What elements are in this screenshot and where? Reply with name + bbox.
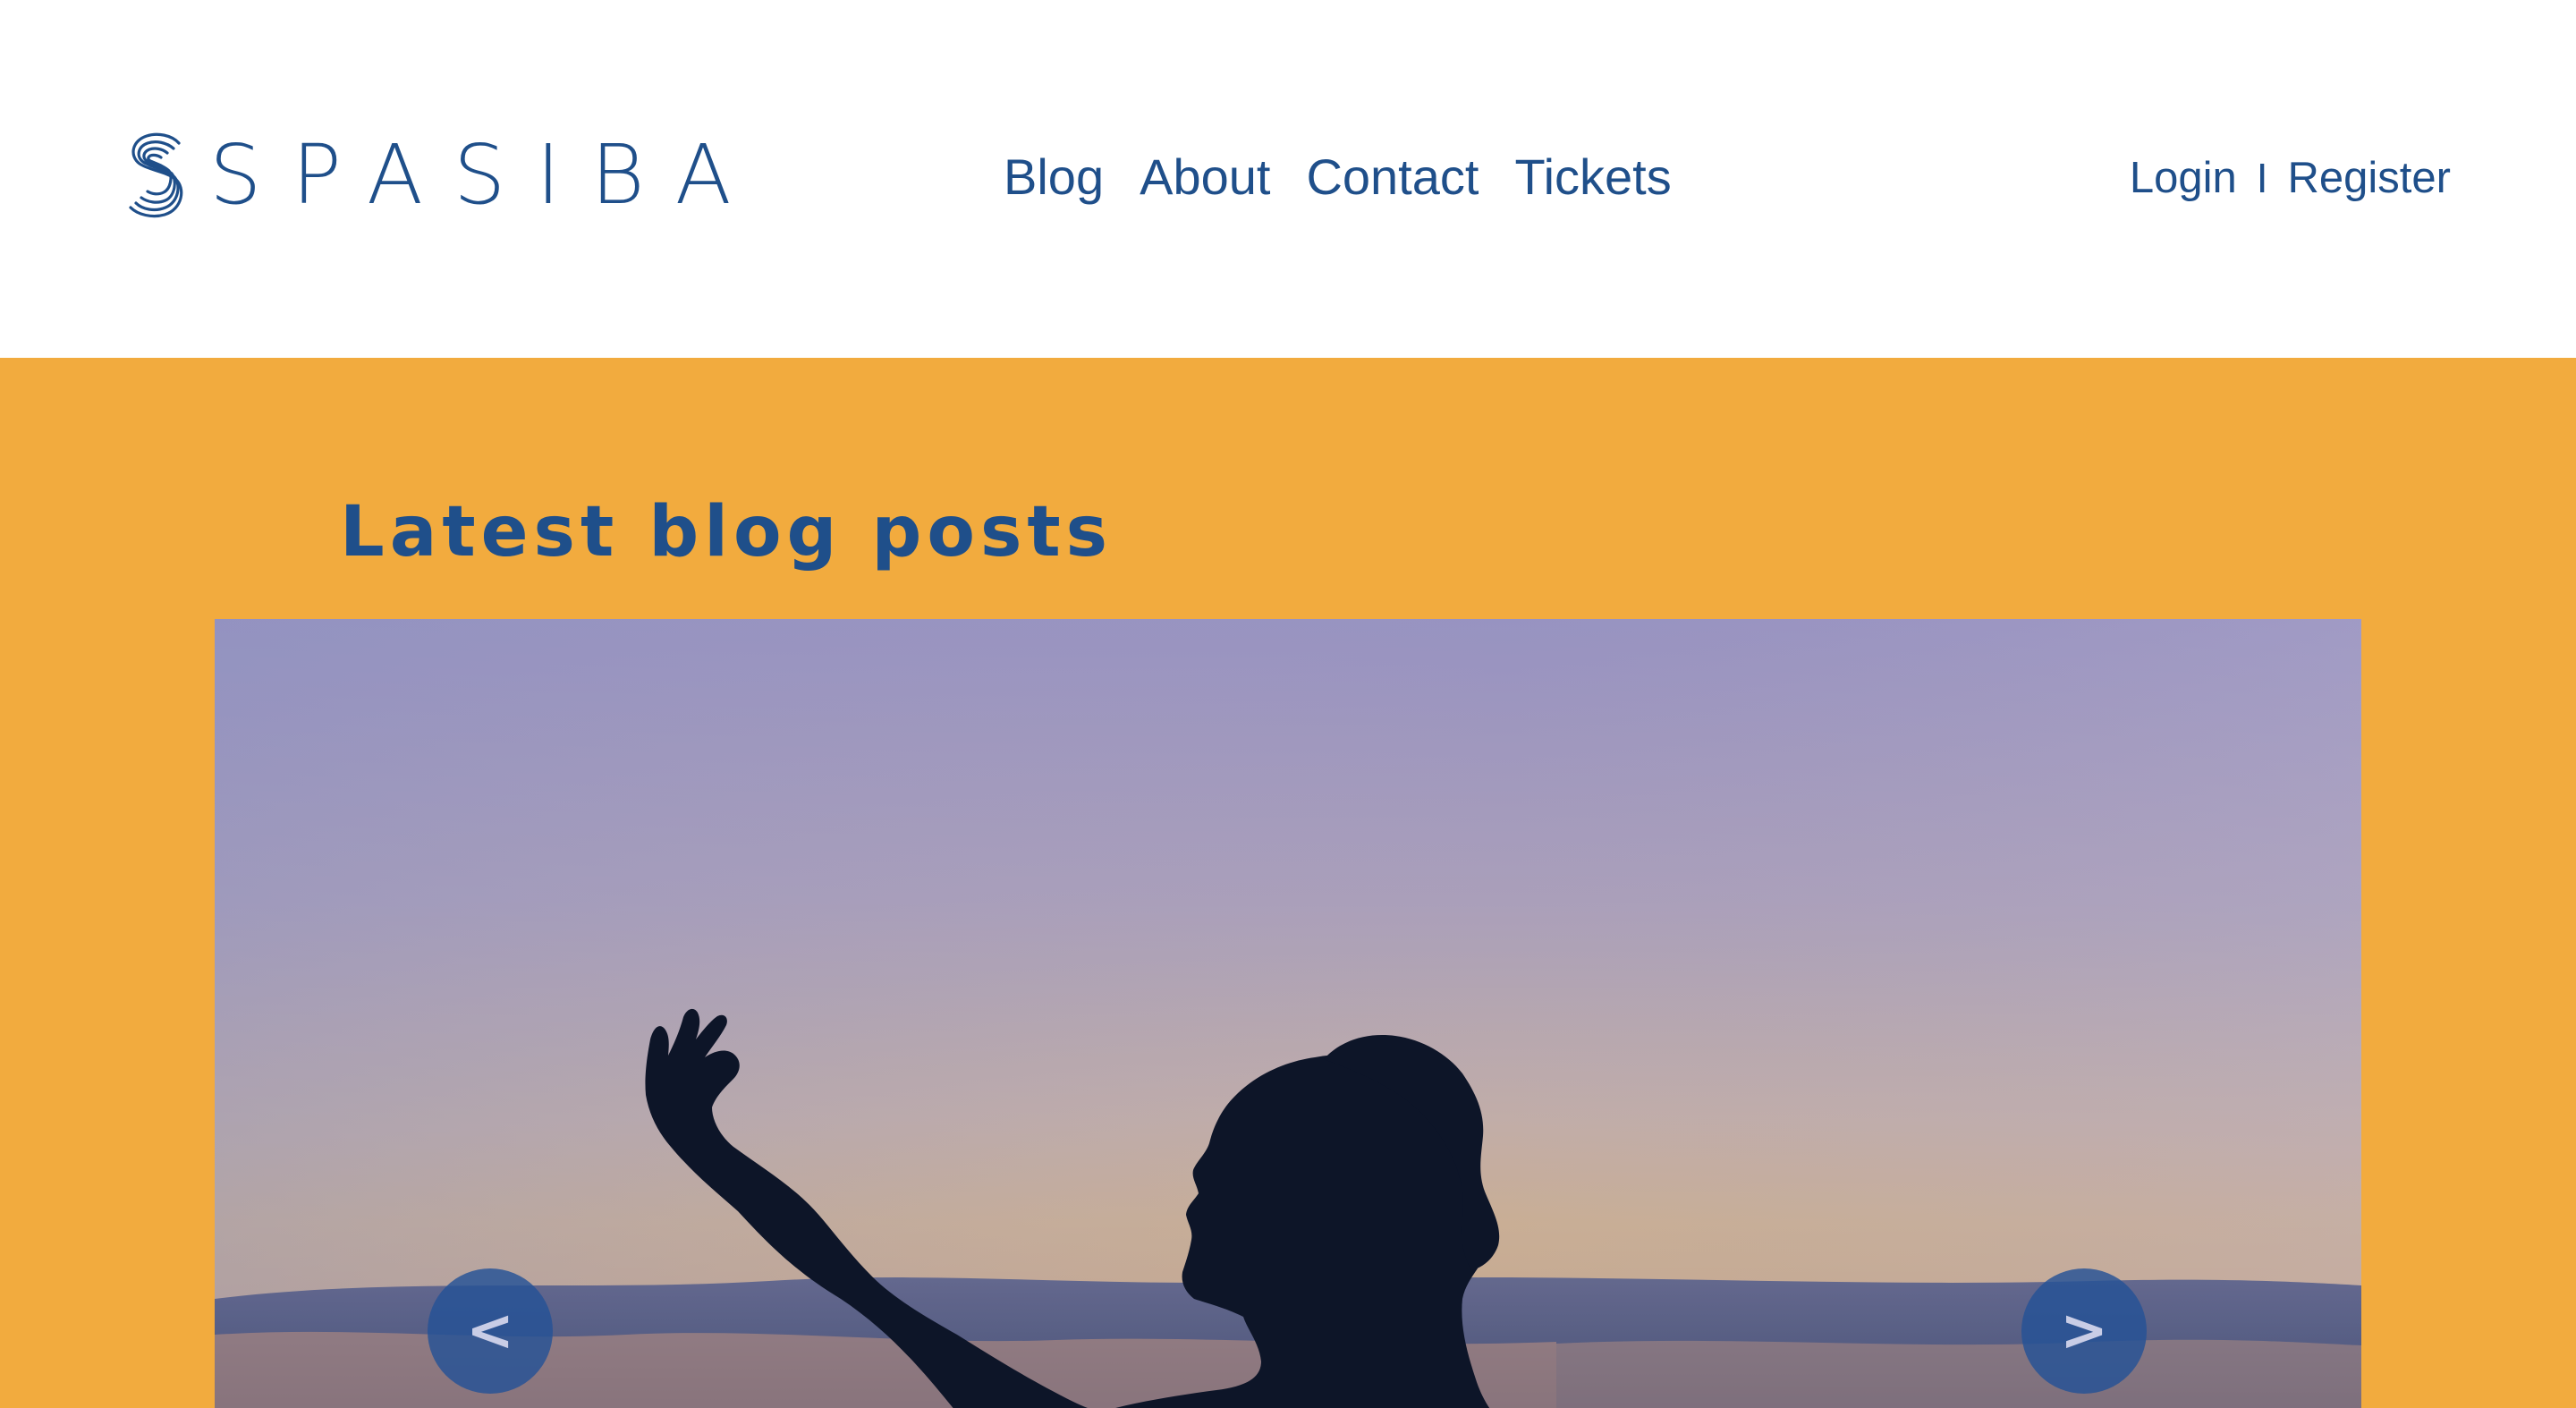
nav-link-blog[interactable]: Blog bbox=[1004, 145, 1104, 209]
section-title: Latest blog posts bbox=[340, 492, 1114, 573]
auth-separator: I bbox=[2256, 155, 2268, 201]
chevron-right-icon: > bbox=[2060, 1298, 2108, 1364]
auth-navigation: Login I Register bbox=[2130, 148, 2451, 208]
concentric-s-icon bbox=[129, 132, 183, 218]
spasiba-logo[interactable]: SPASIBA bbox=[125, 132, 762, 218]
chevron-left-icon: < bbox=[466, 1298, 514, 1364]
register-link[interactable]: Register bbox=[2288, 148, 2451, 208]
site-header: SPASIBA Blog About Contact Tickets Login… bbox=[0, 0, 2576, 358]
nav-link-contact[interactable]: Contact bbox=[1306, 145, 1479, 209]
login-link[interactable]: Login bbox=[2130, 148, 2237, 208]
carousel-next-button[interactable]: > bbox=[2021, 1268, 2147, 1394]
main-navigation: Blog About Contact Tickets bbox=[1004, 145, 1672, 209]
nav-link-tickets[interactable]: Tickets bbox=[1514, 145, 1671, 209]
carousel-prev-button[interactable]: < bbox=[428, 1268, 553, 1394]
nav-link-about[interactable]: About bbox=[1140, 145, 1270, 209]
latest-blog-posts-section: Latest blog posts < > bbox=[0, 358, 2576, 1408]
logo-wordmark: SPASIBA bbox=[209, 127, 762, 223]
